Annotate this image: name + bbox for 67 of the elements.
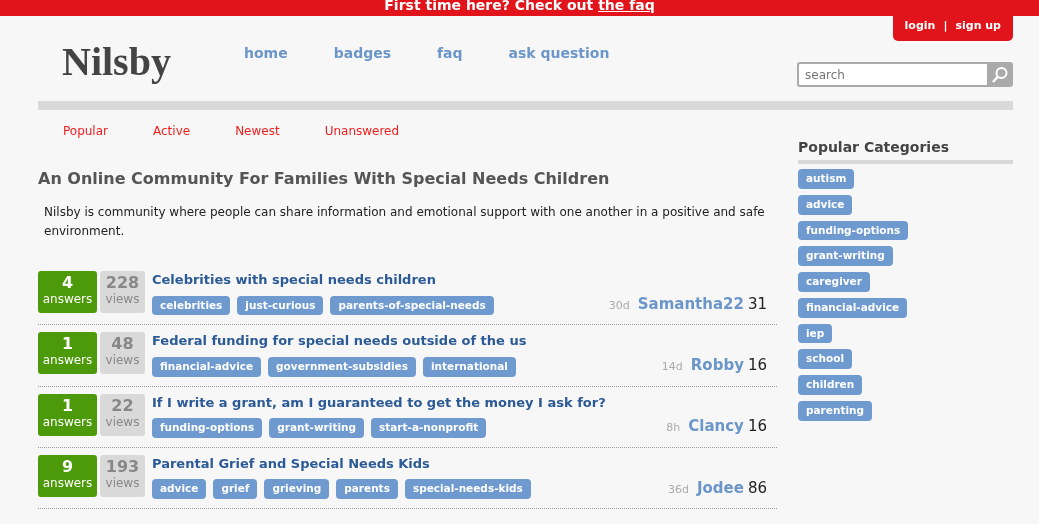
reputation: 16 xyxy=(747,416,767,438)
tag[interactable]: grief xyxy=(213,479,258,499)
category-tag[interactable]: parenting xyxy=(798,400,872,421)
reputation: 31 xyxy=(747,293,767,315)
tag[interactable]: advice xyxy=(152,479,207,499)
banner-text: First time here? Check out the faq xyxy=(384,0,655,13)
login-link[interactable]: login xyxy=(904,18,936,35)
tag[interactable]: funding-options xyxy=(152,418,263,438)
nav-link[interactable]: home xyxy=(244,43,288,101)
answer-count: 9 answers xyxy=(38,454,97,497)
nav-link[interactable]: ask question xyxy=(508,43,610,101)
category-tag[interactable]: children xyxy=(798,375,863,395)
category-tag[interactable]: autism xyxy=(798,169,855,189)
tag[interactable]: parents-of-special-needs xyxy=(330,295,494,316)
tag[interactable]: international xyxy=(422,356,516,377)
question-age: 36d xyxy=(667,481,689,498)
user-link[interactable]: Clancy xyxy=(688,415,744,438)
page-heading: An Online Community For Families With Special Needs Children xyxy=(38,168,611,190)
reputation: 86 xyxy=(747,477,767,499)
question-age: 30d xyxy=(608,297,630,314)
question-title[interactable]: Federal funding for special needs outside of the us xyxy=(152,331,662,351)
separator: | xyxy=(943,18,948,34)
category-tag[interactable]: advice xyxy=(798,194,853,215)
user-link[interactable]: Jodee xyxy=(696,476,744,499)
question-age: 14d xyxy=(661,359,683,375)
view-count: 193 views xyxy=(100,454,145,497)
tag[interactable]: grieving xyxy=(264,479,330,499)
tag[interactable]: special-needs-kids xyxy=(404,479,531,499)
tag[interactable]: celebrities xyxy=(152,295,231,316)
category-tag[interactable]: school xyxy=(798,349,852,369)
nav-link[interactable]: badges xyxy=(333,43,391,101)
category-tag[interactable]: iep xyxy=(798,323,833,344)
question-title[interactable]: Celebrities with special needs children xyxy=(152,270,609,290)
tag[interactable]: parents xyxy=(336,479,398,499)
search-field[interactable]: search xyxy=(797,62,987,87)
intro-text: Nilsby is community where people can share information and emotional support with one another in a positive and safe environment. xyxy=(44,204,766,240)
answer-count: 1 answers xyxy=(38,332,97,375)
tag[interactable]: start-a-nonprofit xyxy=(371,418,487,438)
tag[interactable]: financial-advice xyxy=(152,356,262,377)
category-tag[interactable]: caregiver xyxy=(798,272,870,292)
sort-tab[interactable]: Active xyxy=(153,122,191,140)
sort-tab[interactable]: Popular xyxy=(63,122,108,140)
view-count: 228 views xyxy=(100,271,145,313)
sort-tab[interactable]: Unanswered xyxy=(324,122,400,140)
question-title[interactable]: If I write a grant, am I guaranteed to get the money I ask for? xyxy=(152,392,667,412)
nav-link[interactable]: faq xyxy=(437,43,463,101)
user-link[interactable]: Samantha22 xyxy=(637,292,744,316)
signup-link[interactable]: sign up xyxy=(955,18,1001,35)
category-tag[interactable]: financial-advice xyxy=(798,297,908,318)
category-tag[interactable]: funding-options xyxy=(798,220,909,241)
tag[interactable]: grant-writing xyxy=(269,418,364,438)
tag[interactable]: government-subsidies xyxy=(268,356,416,377)
sidebar-heading: Popular Categories xyxy=(798,137,1013,164)
search-icon[interactable] xyxy=(987,62,1013,87)
faq-link[interactable]: the faq xyxy=(598,0,655,13)
answer-count: 4 answers xyxy=(38,271,97,313)
question-age: 8h xyxy=(666,420,681,437)
tag[interactable]: just-curious xyxy=(237,295,324,316)
category-tag[interactable]: grant-writing xyxy=(798,246,893,266)
view-count: 48 views xyxy=(100,332,145,375)
user-link[interactable]: Robby xyxy=(690,354,744,377)
sort-tab[interactable]: Newest xyxy=(235,122,280,140)
reputation: 16 xyxy=(747,355,767,376)
answer-count: 1 answers xyxy=(38,393,97,436)
site-logo[interactable]: Nilsby xyxy=(62,42,244,101)
view-count: 22 views xyxy=(100,393,145,436)
question-title[interactable]: Parental Grief and Special Needs Kids xyxy=(152,453,668,474)
